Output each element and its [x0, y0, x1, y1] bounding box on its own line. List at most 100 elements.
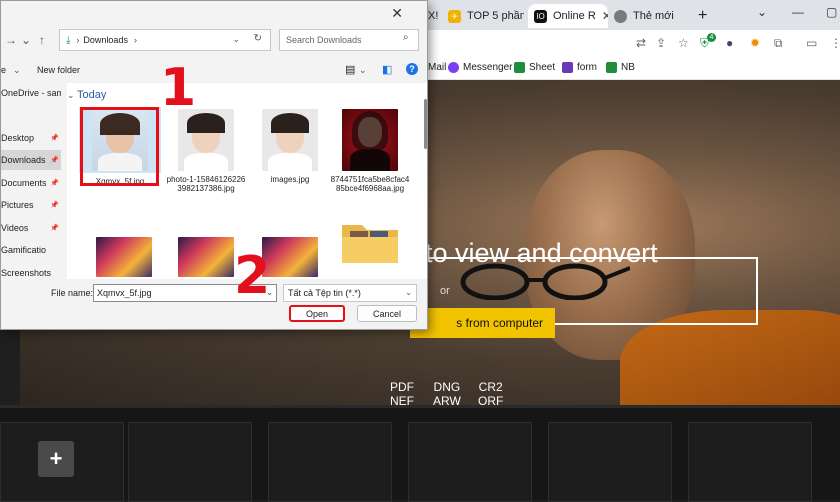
- pin-icon: 📌: [50, 157, 59, 164]
- forward-arrow-icon[interactable]: →: [5, 33, 17, 47]
- bookmark-sheet[interactable]: Sheet: [514, 62, 555, 73]
- dialog-nav-row: → ⌄ ↑ ⤓ › Downloads › ⌄ ↻ Search Downloa…: [1, 27, 427, 55]
- navigation-pane: OneDrive - sam Desktop 📌 Downloads 📌 Doc…: [1, 83, 63, 279]
- refresh-icon[interactable]: ↻: [254, 33, 262, 44]
- film-frame: [128, 422, 252, 502]
- file-item[interactable]: images.jpg: [249, 107, 331, 184]
- tab-1[interactable]: X!: [428, 4, 440, 28]
- tab-2[interactable]: ✈ TOP 5 phần m: [448, 4, 524, 28]
- add-file-button[interactable]: +: [38, 441, 74, 477]
- hero-title: to view and convert: [425, 238, 658, 268]
- path-downloads[interactable]: Downloads: [83, 35, 128, 45]
- nav-pictures-label: Pictures: [1, 200, 34, 210]
- extension-badge: 4: [707, 33, 716, 42]
- bookmark-nb[interactable]: NB: [606, 62, 635, 73]
- hero-or: or: [440, 285, 450, 297]
- open-button[interactable]: Open: [289, 305, 345, 322]
- film-frame: [268, 422, 392, 502]
- share-icon[interactable]: ⇪: [656, 36, 666, 50]
- tab-3-label: Online R: [553, 10, 596, 22]
- translate-icon[interactable]: ⇄: [636, 36, 646, 50]
- nav-desktop-label: Desktop: [1, 133, 35, 143]
- restore-icon[interactable]: ▢: [826, 5, 837, 19]
- scrollbar-thumb[interactable]: [424, 99, 427, 149]
- close-icon[interactable]: ✕: [391, 5, 403, 22]
- address-bar[interactable]: ⤓ › Downloads › ⌄ ↻: [59, 29, 271, 51]
- step1-highlight-box: [80, 107, 159, 186]
- profile-extension-icon[interactable]: ●: [726, 36, 733, 50]
- star-icon[interactable]: ☆: [678, 36, 689, 50]
- file-name: 8744751fca5be8cfac485bce4f6968aa.jpg: [330, 175, 410, 193]
- format-orf: ORF: [478, 394, 504, 405]
- collapse-chevron-icon[interactable]: ⌄: [67, 90, 75, 101]
- search-input[interactable]: Search Downloads: [279, 29, 419, 51]
- menu-icon[interactable]: ⋮: [830, 36, 840, 50]
- chevron-down-icon[interactable]: ⌄: [232, 34, 240, 45]
- image-thumbnail: [262, 237, 318, 277]
- image-thumbnail: [178, 109, 234, 171]
- tab-search-icon[interactable]: ⌄: [757, 5, 767, 19]
- tab-4-label: Thẻ mới: [633, 10, 674, 22]
- bookmark-form[interactable]: form: [562, 62, 597, 73]
- new-folder-button[interactable]: New folder: [37, 65, 80, 75]
- nav-screenshots[interactable]: Screenshots: [1, 263, 61, 283]
- puzzle-icon[interactable]: ⧉: [774, 36, 783, 51]
- organize-button[interactable]: e: [1, 65, 6, 75]
- sidebar-icon[interactable]: ▭: [806, 36, 817, 50]
- bookmark-messenger-label: Messenger: [463, 62, 513, 73]
- nav-screenshots-label: Screenshots: [1, 268, 52, 278]
- tab-3-favicon: IO: [534, 9, 547, 23]
- format-nef: NEF: [390, 394, 414, 405]
- new-tab-plus: +: [698, 7, 708, 24]
- cancel-button[interactable]: Cancel: [357, 305, 417, 322]
- nav-downloads[interactable]: Downloads 📌: [1, 150, 61, 170]
- file-item[interactable]: 8744751fca5be8cfac485bce4f6968aa.jpg: [329, 107, 411, 193]
- up-arrow-icon[interactable]: ↑: [39, 33, 45, 47]
- format-arw: ARW: [433, 394, 461, 405]
- nav-documents-label: Documents: [1, 178, 47, 188]
- film-frame: [548, 422, 672, 502]
- file-item[interactable]: [83, 237, 165, 277]
- file-item[interactable]: photo-1-158461262263982137386.jpg: [165, 107, 247, 193]
- help-icon[interactable]: ?: [406, 63, 418, 75]
- nav-onedrive[interactable]: OneDrive - sam: [1, 83, 61, 103]
- format-pdf: PDF: [390, 380, 414, 394]
- new-tab-button[interactable]: +: [698, 4, 714, 28]
- bookmark-messenger[interactable]: Messenger: [448, 62, 512, 73]
- preview-pane-icon[interactable]: ◧: [382, 63, 392, 76]
- bookmark-mail[interactable]: Mail: [428, 62, 446, 73]
- chevron-down-icon[interactable]: ⌄: [359, 65, 367, 76]
- scrollbar[interactable]: [421, 83, 427, 279]
- nav-gamification[interactable]: Gamificatio: [1, 240, 61, 260]
- image-thumbnail: [96, 237, 152, 277]
- nav-pictures[interactable]: Pictures 📌: [1, 195, 61, 215]
- open-from-computer-button[interactable]: s from computer: [410, 308, 555, 338]
- recent-dropdown-icon[interactable]: ⌄: [21, 33, 31, 47]
- minimize-icon[interactable]: —: [792, 5, 804, 19]
- nav-desktop[interactable]: Desktop 📌: [1, 128, 61, 148]
- tab-4-favicon: [614, 9, 627, 23]
- download-icon: ⤓: [66, 34, 71, 46]
- tab-online-active[interactable]: IO Online R ✕: [528, 4, 608, 28]
- tab-new[interactable]: Thẻ mới: [614, 4, 694, 28]
- film-frame: [408, 422, 532, 502]
- nav-videos[interactable]: Videos 📌: [1, 218, 61, 238]
- image-thumbnail: [342, 109, 398, 171]
- chevron-down-icon: ⌄: [13, 65, 21, 75]
- view-options-icon[interactable]: ▤: [345, 63, 355, 76]
- path-chevron-icon: ›: [76, 35, 80, 45]
- gear-extension-icon[interactable]: ✹: [750, 36, 760, 50]
- image-thumbnail: [262, 109, 318, 171]
- tab-close-icon[interactable]: ✕: [602, 9, 608, 23]
- nav-documents[interactable]: Documents 📌: [1, 173, 61, 193]
- search-icon: ⌕: [403, 32, 409, 43]
- file-name: photo-1-158461262263982137386.jpg: [166, 175, 246, 193]
- filmstrip: +: [0, 405, 840, 502]
- file-type-select[interactable]: Tất cả Tệp tin (*.*) ⌄: [283, 284, 417, 302]
- image-thumbnail: [178, 237, 234, 277]
- group-today: Today: [77, 89, 107, 101]
- folder-icon: [342, 225, 398, 263]
- folder-item[interactable]: [329, 217, 411, 270]
- tab-1-label: X!: [428, 10, 439, 22]
- chevron-down-icon[interactable]: ⌄: [405, 288, 412, 297]
